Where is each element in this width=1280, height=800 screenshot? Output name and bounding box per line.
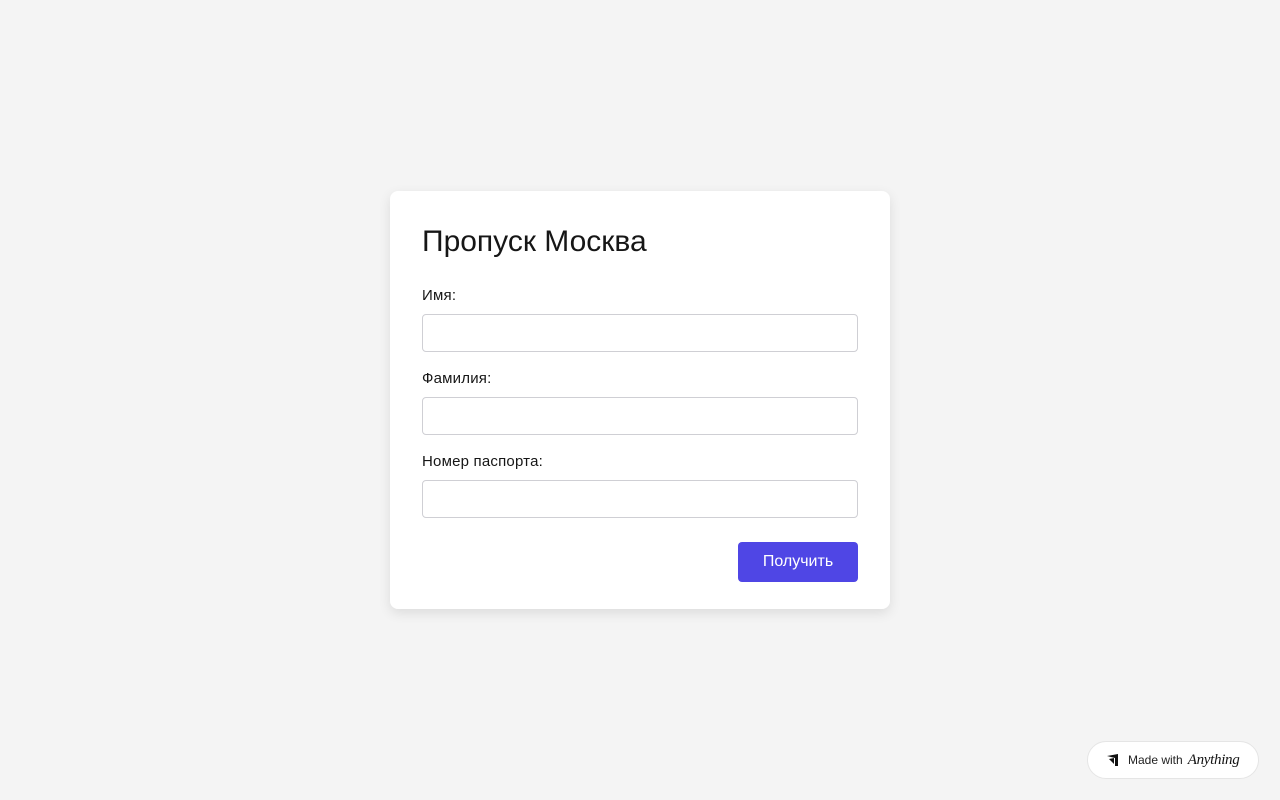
last-name-field: Фамилия: xyxy=(422,370,858,435)
last-name-input[interactable] xyxy=(422,397,858,435)
badge-made-with-text: Made with xyxy=(1128,753,1183,767)
pass-form-card: Пропуск Москва Имя: Фамилия: Номер паспо… xyxy=(390,191,890,609)
anything-logo-icon xyxy=(1106,753,1120,767)
form-title: Пропуск Москва xyxy=(422,225,647,258)
submit-button[interactable]: Получить xyxy=(738,542,858,582)
passport-number-label: Номер паспорта: xyxy=(422,453,543,470)
passport-number-field: Номер паспорта: xyxy=(422,453,858,518)
badge-brand-text: Anything xyxy=(1187,751,1240,768)
first-name-field: Имя: xyxy=(422,287,858,352)
made-with-anything-badge[interactable]: Made with Anything xyxy=(1087,741,1259,779)
last-name-label: Фамилия: xyxy=(422,370,492,387)
first-name-input[interactable] xyxy=(422,314,858,352)
form-actions: Получить xyxy=(422,542,858,582)
passport-number-input[interactable] xyxy=(422,480,858,518)
first-name-label: Имя: xyxy=(422,287,457,304)
